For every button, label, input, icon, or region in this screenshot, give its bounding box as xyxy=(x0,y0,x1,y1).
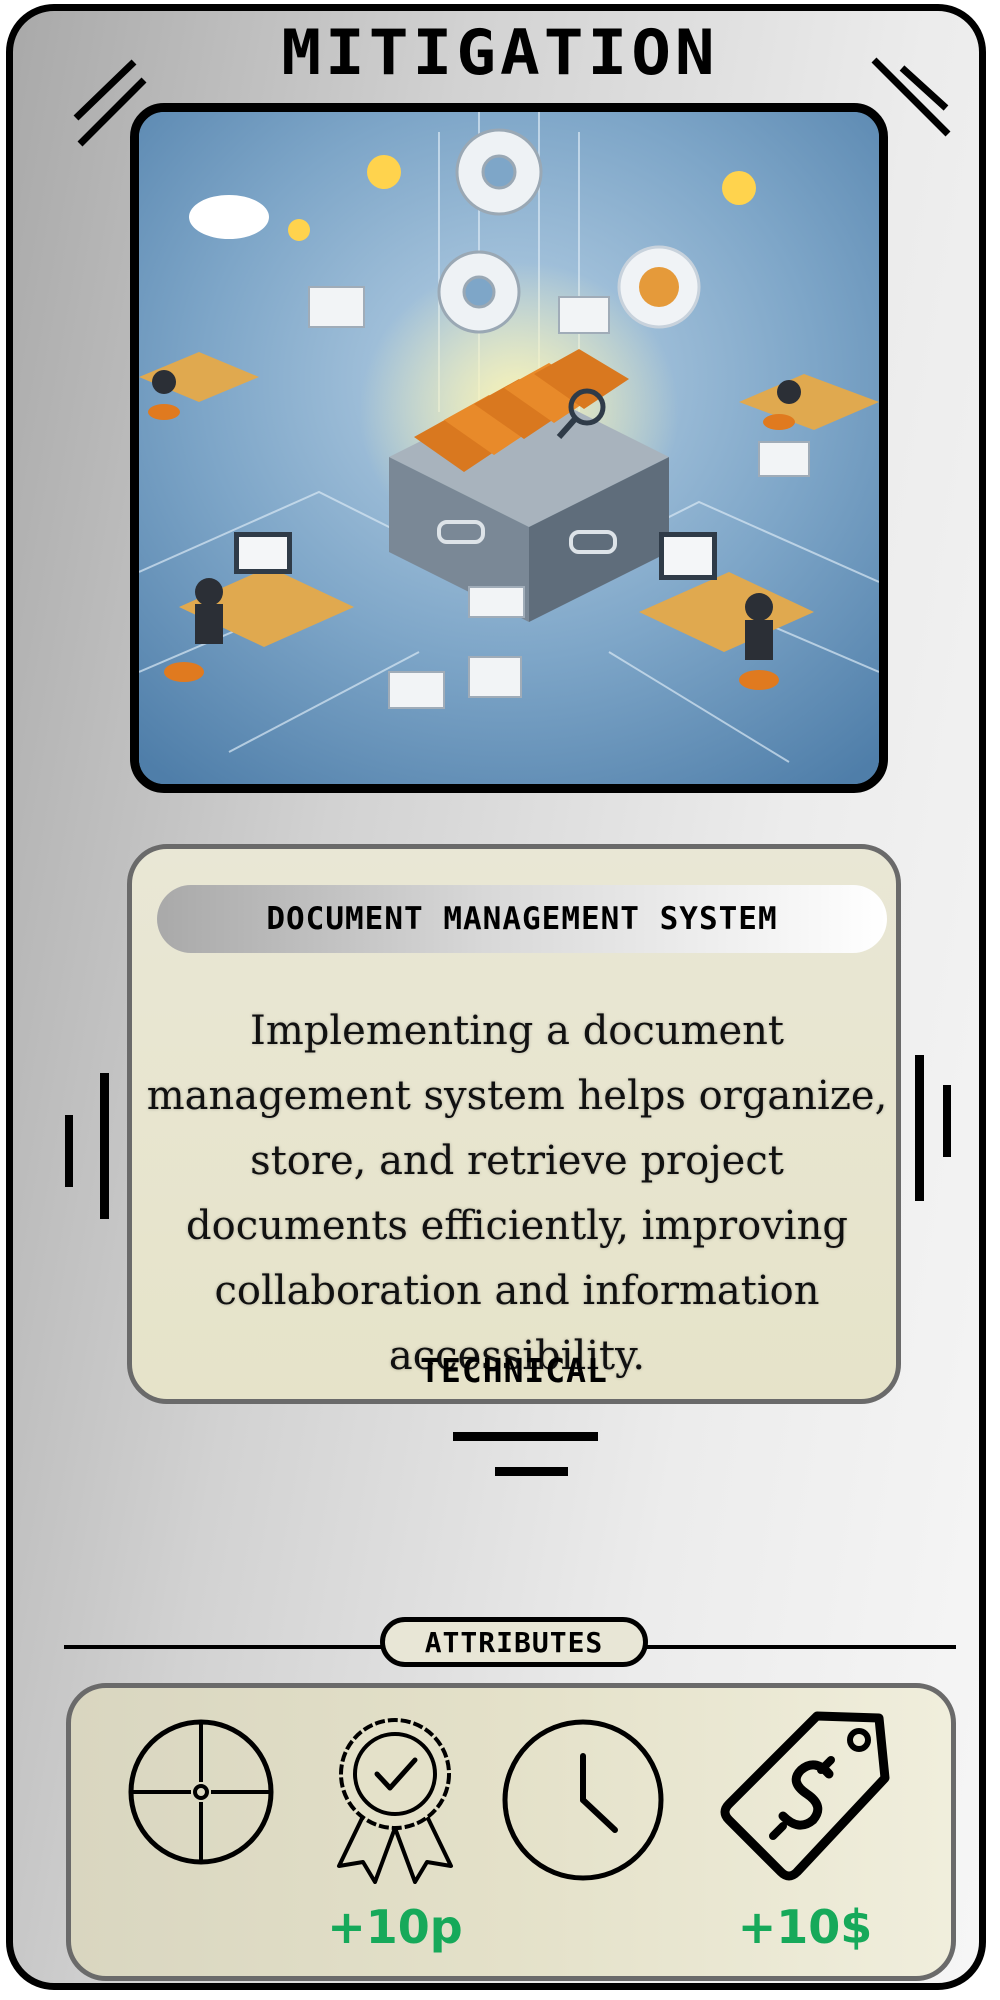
side-bar-right-long-decoration xyxy=(915,1055,924,1201)
card-type-title: MITIGATION xyxy=(281,15,719,90)
card-name: DOCUMENT MANAGEMENT SYSTEM xyxy=(157,885,887,953)
card-description: Implementing a document management syste… xyxy=(146,1008,888,1379)
divider-bar-short-decoration xyxy=(495,1467,568,1476)
attributes-label: ATTRIBUTES xyxy=(380,1617,648,1667)
card-category: TECHNICAL xyxy=(420,1351,608,1390)
crosshair-icon xyxy=(128,1719,274,1865)
description-panel: DOCUMENT MANAGEMENT SYSTEM Implementing … xyxy=(127,844,901,1404)
side-bar-right-short-decoration xyxy=(943,1085,951,1157)
attribute-value-points: +10p xyxy=(327,1900,463,1954)
attributes-panel: +10p +10$ xyxy=(66,1683,956,1981)
clock-icon xyxy=(502,1719,664,1881)
card-illustration xyxy=(130,103,888,793)
award-ribbon-icon xyxy=(337,1718,453,1884)
divider-bar-long-decoration xyxy=(453,1432,598,1441)
document-management-illustration xyxy=(139,112,879,784)
side-bar-left-long-decoration xyxy=(100,1073,109,1219)
attribute-value-cost: +10$ xyxy=(737,1900,873,1954)
side-bar-left-short-decoration xyxy=(65,1115,73,1187)
price-tag-dollar-icon xyxy=(720,1711,890,1881)
